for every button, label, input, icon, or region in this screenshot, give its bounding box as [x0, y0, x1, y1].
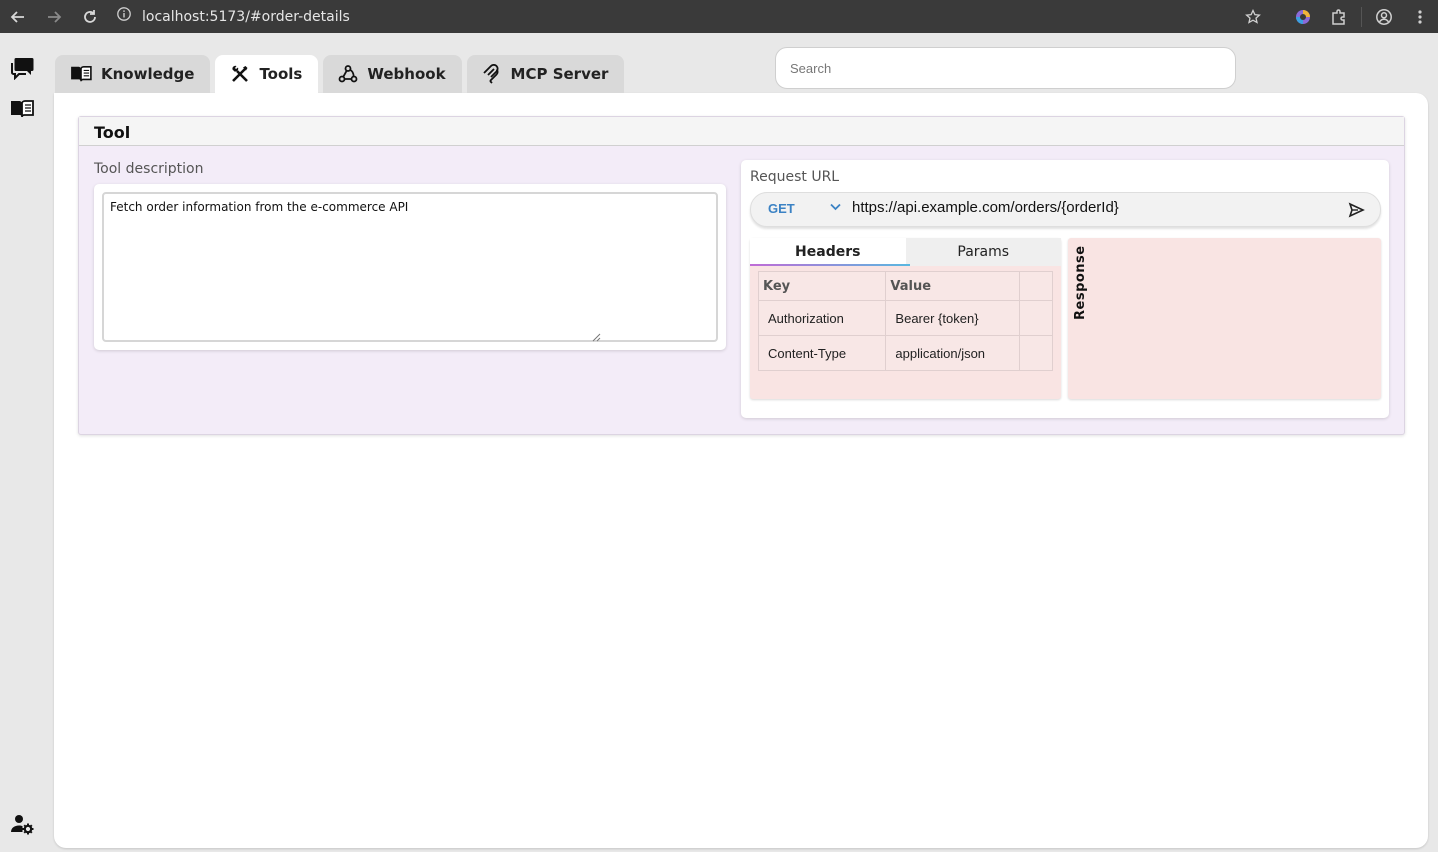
tab-webhook[interactable]: Webhook [323, 55, 462, 93]
table-row: Content-Type application/json [757, 335, 1054, 371]
table-header-row: Key Value [757, 271, 1054, 301]
row-action-cell [1018, 335, 1054, 371]
tab-tools-label: Tools [259, 65, 303, 83]
response-title: Response [1073, 245, 1088, 320]
tool-description-textarea[interactable]: Fetch order information from the e-comme… [102, 192, 718, 342]
extension-colorful-icon[interactable] [1285, 0, 1321, 33]
header-key-cell[interactable]: Authorization [757, 300, 887, 336]
headers-params-tabs: Headers Params [750, 238, 1061, 266]
tab-mcp-server-label: MCP Server [510, 65, 609, 83]
top-tabs: Knowledge Tools Webhook MCP Server [55, 55, 625, 93]
left-rail [0, 40, 46, 852]
user-settings-icon[interactable] [8, 810, 36, 838]
site-info-icon[interactable] [116, 6, 132, 27]
tools-icon [232, 65, 249, 82]
address-bar[interactable]: localhost:5173/#order-details [116, 6, 350, 27]
http-method-select[interactable]: GET [768, 201, 795, 216]
search-input[interactable] [775, 47, 1236, 89]
webhook-icon [338, 65, 358, 83]
tab-headers[interactable]: Headers [750, 238, 906, 266]
profile-icon[interactable] [1366, 0, 1402, 33]
reload-icon[interactable] [72, 0, 108, 33]
tool-header: Tool [79, 117, 1404, 146]
tab-tools[interactable]: Tools [215, 55, 319, 93]
header-value-cell[interactable]: Bearer {token} [885, 300, 1020, 336]
tab-knowledge-label: Knowledge [101, 65, 195, 83]
bookmark-star-icon[interactable] [1235, 0, 1271, 33]
row-action-cell [1018, 300, 1054, 336]
browser-toolbar: localhost:5173/#order-details [0, 0, 1438, 33]
more-menu-icon[interactable] [1402, 0, 1438, 33]
tool-description-label: Tool description [94, 161, 204, 177]
response-panel [1068, 238, 1381, 399]
table-row: Authorization Bearer {token} [757, 300, 1054, 336]
chevron-down-icon[interactable] [830, 203, 841, 211]
header-key-cell[interactable]: Content-Type [757, 335, 887, 371]
chat-icon[interactable] [8, 54, 36, 82]
header-value-cell[interactable]: application/json [885, 335, 1020, 371]
request-url-label: Request URL [750, 169, 840, 185]
address-url[interactable]: localhost:5173/#order-details [142, 9, 350, 25]
tab-mcp-server[interactable]: MCP Server [466, 55, 625, 93]
column-actions [1018, 271, 1054, 301]
tab-knowledge[interactable]: Knowledge [55, 55, 211, 93]
forward-icon[interactable] [36, 0, 72, 33]
back-icon[interactable] [0, 0, 36, 33]
tab-webhook-label: Webhook [367, 65, 446, 83]
tool-title: Tool [94, 123, 131, 142]
book-icon[interactable] [8, 95, 36, 123]
column-key: Key [757, 271, 887, 301]
book-open-icon [71, 65, 92, 82]
send-icon[interactable] [1347, 201, 1365, 219]
column-value: Value [885, 271, 1020, 301]
headers-table: Key Value Authorization Bearer {token} C… [757, 271, 1054, 371]
active-tab-indicator [750, 264, 910, 266]
mcp-icon [482, 64, 499, 84]
extensions-puzzle-icon[interactable] [1321, 0, 1357, 33]
toolbar-divider [1361, 6, 1362, 27]
tab-params[interactable]: Params [905, 238, 1061, 266]
resize-grip-icon[interactable] [591, 332, 601, 342]
request-url-input[interactable]: https://api.example.com/orders/{orderId} [852, 199, 1119, 216]
